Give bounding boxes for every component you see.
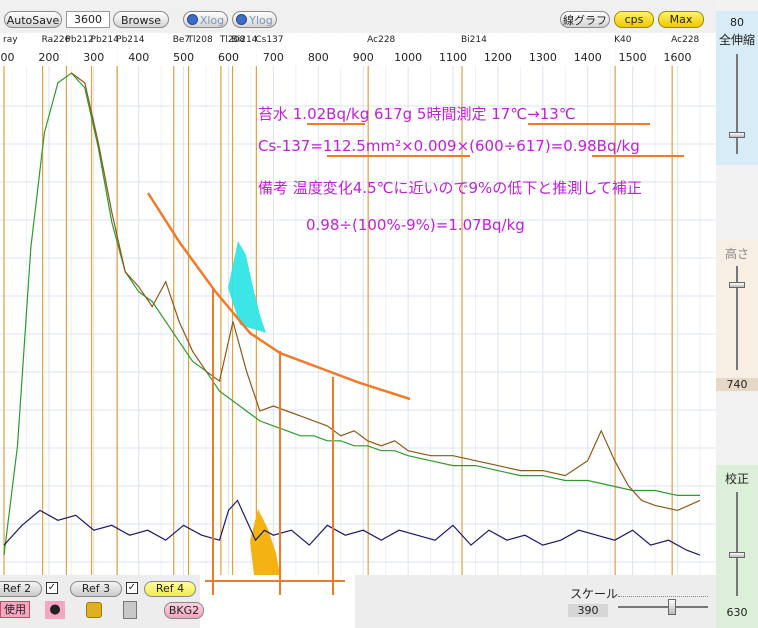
nuclide-marker-label: Bi214 — [232, 35, 258, 45]
spectrum-chart: ray Ra226Pb212Pb214Pb214 Be7Tl208 Tl208Bi21… — [0, 33, 716, 575]
ref3-tab[interactable]: Ref 3 — [70, 581, 122, 597]
zoom-slider-thumb[interactable] — [729, 132, 745, 138]
calibration-value: 630 — [726, 606, 748, 619]
use-button[interactable]: 使用 — [0, 601, 30, 618]
xlog-label: Xlog — [199, 14, 225, 27]
nuclide-marker-label: ray — [3, 35, 18, 45]
nuclide-marker-label: Pb214 — [91, 35, 120, 45]
use-label: 使用 — [4, 603, 26, 616]
nuclide-marker-label: Pb214 — [116, 35, 145, 45]
cps-button[interactable]: cps — [614, 11, 654, 28]
radio-icon — [236, 14, 248, 25]
annotation-line-1: 苔水 1.02Bq/kg 617g 5時間測定 17℃→13℃ — [258, 105, 576, 123]
zoom-value: 80 — [730, 16, 744, 29]
time-field[interactable]: 3600 — [66, 11, 110, 28]
roi-lines-lower — [205, 575, 345, 595]
scale-slider[interactable] — [614, 588, 712, 622]
x-tick-label: 1300 — [529, 51, 557, 64]
height-slider[interactable] — [716, 262, 758, 374]
ylog-button[interactable]: Ylog — [232, 11, 277, 28]
ylog-label: Ylog — [249, 14, 273, 27]
x-tick-label: 100 — [0, 51, 15, 64]
x-tick-label: 300 — [83, 51, 104, 64]
ref2-tab[interactable]: Ref 2 — [0, 581, 42, 597]
x-tick-label: 400 — [128, 51, 149, 64]
x-tick-label: 1100 — [439, 51, 467, 64]
max-button[interactable]: Max — [658, 11, 704, 28]
x-tick-label: 1200 — [484, 51, 512, 64]
height-slider-thumb[interactable] — [729, 282, 745, 288]
scale-slider-thumb[interactable] — [668, 599, 676, 615]
lock-icon[interactable] — [86, 602, 102, 618]
ref2-checkbox[interactable]: ✓ — [46, 582, 58, 594]
annotation-line-3: 備考 温度変化4.5℃に近いので9%の低下と推測して補正 — [258, 179, 642, 197]
x-tick-label: 1600 — [664, 51, 692, 64]
ref3-label: Ref 3 — [81, 582, 111, 595]
paw-icon[interactable]: ● — [45, 601, 65, 619]
nuclide-marker-label: Ac228 — [367, 35, 395, 45]
calibration-slider[interactable] — [716, 488, 758, 600]
x-tick-label: 200 — [38, 51, 59, 64]
nuclide-marker-label: Tl208 — [187, 35, 213, 45]
full-zoom-label: 全伸縮 — [718, 33, 755, 47]
height-value: 740 — [716, 378, 758, 391]
nuclide-marker-label: Bi214 — [461, 35, 487, 45]
xlog-button[interactable]: Xlog — [183, 11, 228, 28]
nuclide-marker-label: Pb212 — [65, 35, 93, 45]
x-tick-label: 1000 — [394, 51, 422, 64]
nuclide-marker-label: Cs137 — [255, 35, 283, 45]
ref2-label: Ref 2 — [2, 582, 32, 595]
trash-icon[interactable] — [123, 601, 137, 619]
autosave-button[interactable]: AutoSave — [4, 11, 62, 28]
browse-button[interactable]: Browse — [113, 11, 169, 28]
nuclide-marker-label: K40 — [614, 35, 632, 45]
x-tick-label: 1500 — [619, 51, 647, 64]
annotation-line-4: 0.98÷(100%-9%)=1.07Bq/kg — [306, 216, 525, 234]
scale-value: 390 — [568, 604, 608, 617]
x-tick-label: 800 — [308, 51, 329, 64]
radio-icon — [186, 14, 198, 25]
ref4-label: Ref 4 — [155, 582, 185, 595]
bkg-button[interactable]: BKG2 — [164, 602, 204, 619]
ref4-tab[interactable]: Ref 4 — [144, 581, 196, 597]
x-tick-label: 600 — [218, 51, 239, 64]
calibration-label: 校正 — [724, 472, 749, 486]
height-label: 高さ — [724, 247, 749, 261]
x-tick-label: 900 — [353, 51, 374, 64]
ref3-checkbox[interactable]: ✓ — [126, 582, 138, 594]
nuclide-marker-label: Ac228 — [671, 35, 699, 45]
line-graph-button[interactable]: 線グラフ — [560, 11, 610, 28]
x-tick-label: 1400 — [574, 51, 602, 64]
bkg-label: BKG2 — [168, 604, 200, 617]
scale-label: スケール — [570, 587, 619, 601]
x-tick-label: 700 — [263, 51, 284, 64]
zoom-slider[interactable] — [716, 50, 758, 158]
annotation-line-2: Cs-137=112.5mm²×0.009×(600÷617)=0.98Bq/k… — [258, 137, 640, 155]
x-tick-label: 500 — [173, 51, 194, 64]
calibration-slider-thumb[interactable] — [729, 552, 745, 558]
